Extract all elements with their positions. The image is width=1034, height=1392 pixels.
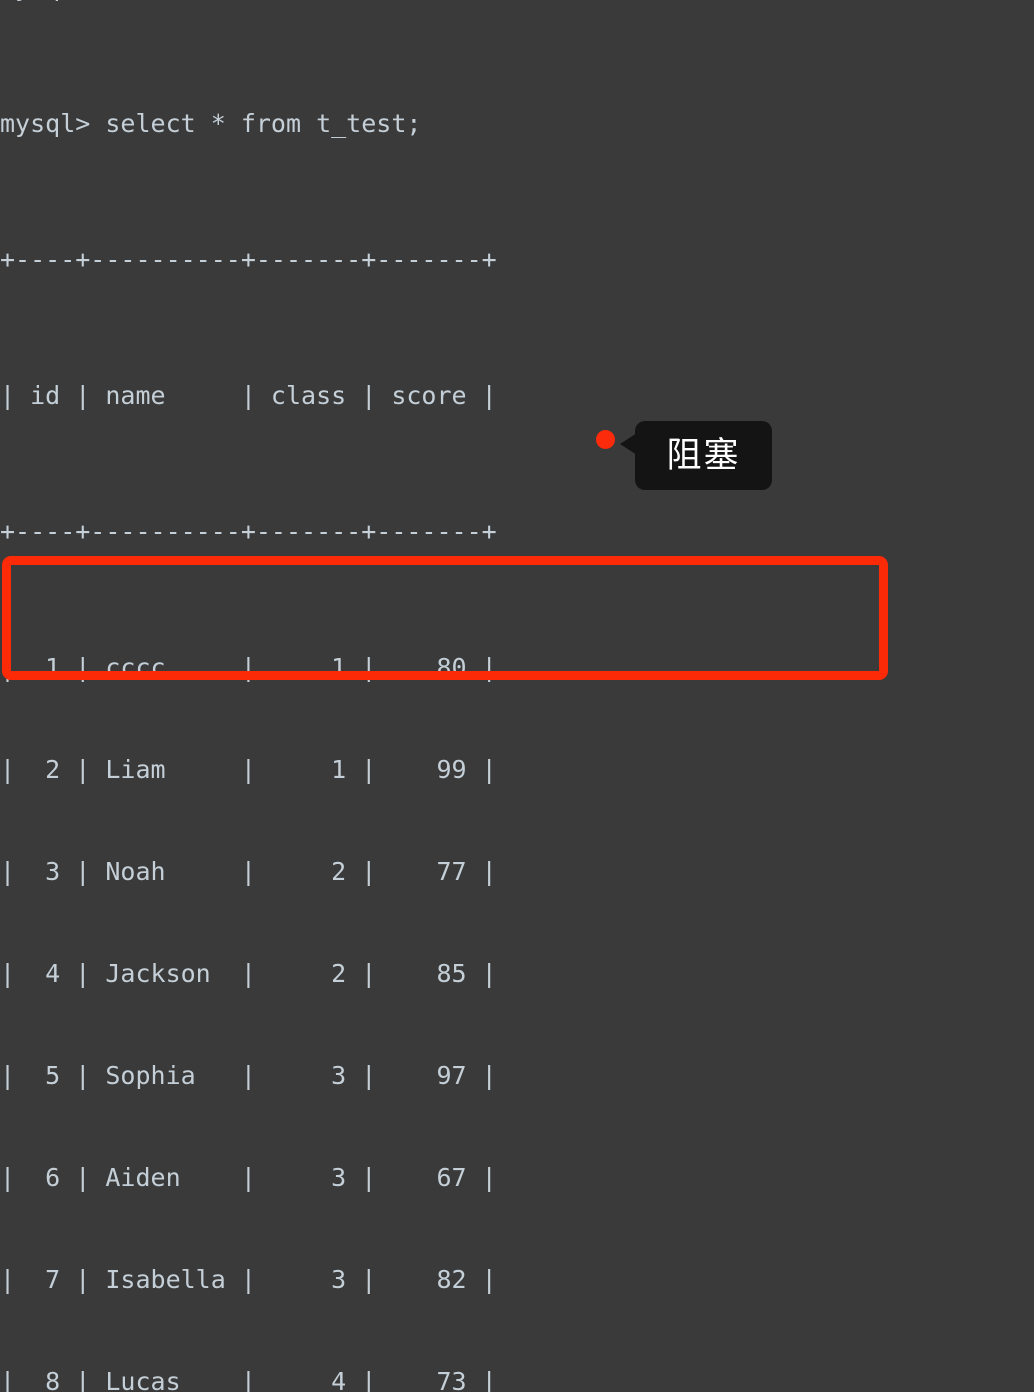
table-row: | 5 | Sophia | 3 | 97 | xyxy=(0,1061,497,1090)
table-row: | 1 | cccc | 1 | 80 | xyxy=(0,653,497,682)
table-row: | 7 | Isabella | 3 | 82 | xyxy=(0,1265,497,1294)
table-row: | 6 | Aiden | 3 | 67 | xyxy=(0,1163,497,1192)
annotation-dot-icon xyxy=(596,430,615,449)
terminal-window: mysql> mysql> select * from t_test; +---… xyxy=(0,0,1034,1392)
terminal-output: mysql> select * from t_test; +----+-----… xyxy=(0,5,783,1392)
table-row: | 2 | Liam | 1 | 99 | xyxy=(0,755,497,784)
table-row: | 4 | Jackson | 2 | 85 | xyxy=(0,959,497,988)
annotation-bubble: 阻塞 xyxy=(635,421,772,490)
table-rule-top: +----+----------+-------+-------+ xyxy=(0,245,497,274)
table-header-row: | id | name | class | score | xyxy=(0,381,497,410)
table-rule-header: +----+----------+-------+-------+ xyxy=(0,517,497,546)
command-line-select: mysql> select * from t_test; xyxy=(0,109,422,138)
table-row: | 3 | Noah | 2 | 77 | xyxy=(0,857,497,886)
annotation-label: 阻塞 xyxy=(666,435,741,476)
annotation-callout: 阻塞 xyxy=(594,418,794,498)
table-row: | 8 | Lucas | 4 | 73 | xyxy=(0,1367,497,1392)
